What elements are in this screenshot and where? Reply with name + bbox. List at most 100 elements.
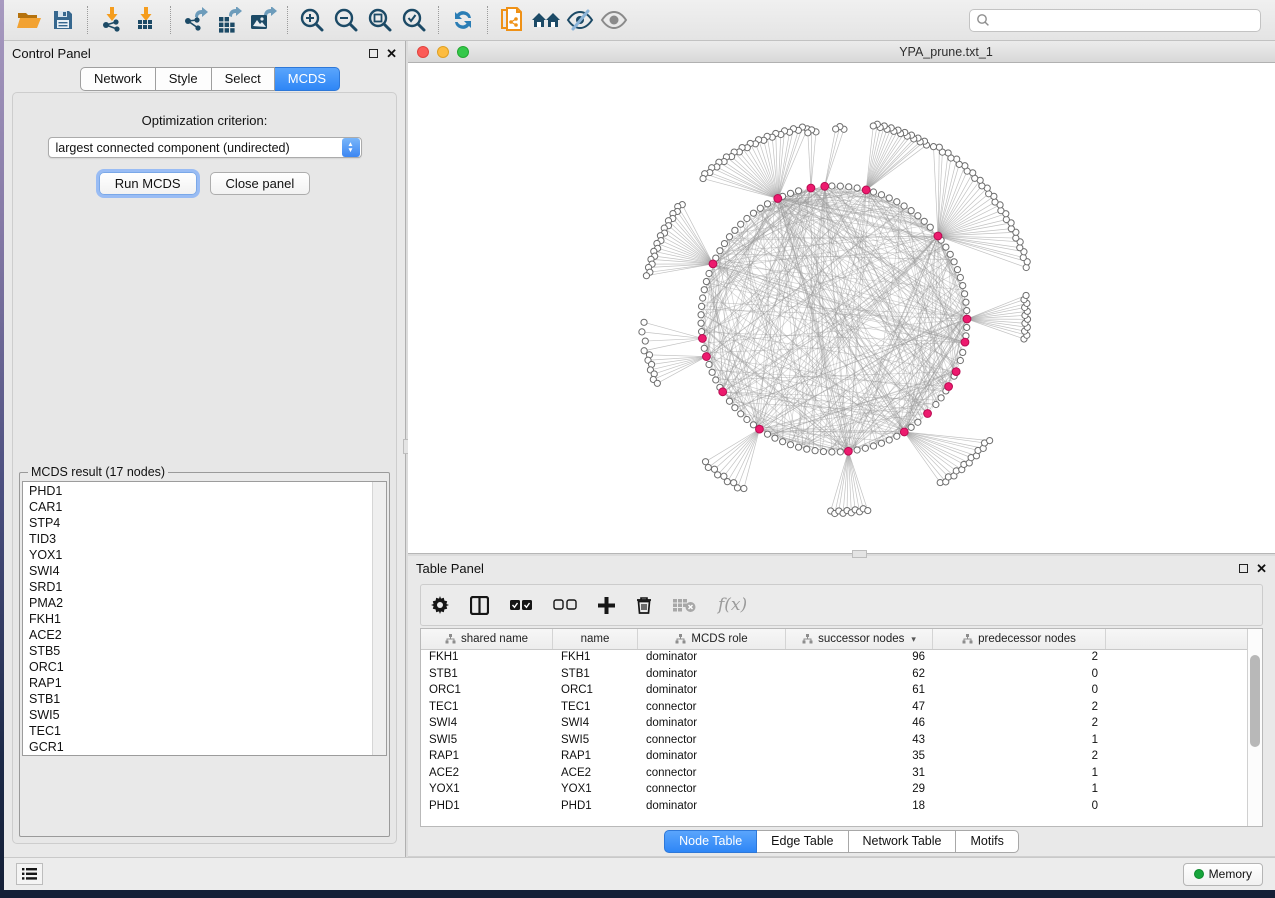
column-header-successor-nodes[interactable]: successor nodes ▾: [786, 629, 933, 649]
deselect-all-icon[interactable]: [553, 599, 577, 611]
float-window-icon[interactable]: [1239, 564, 1248, 573]
mcds-result-item[interactable]: SWI5: [23, 707, 372, 723]
table-cell[interactable]: ORC1: [421, 683, 553, 700]
table-cell[interactable]: dominator: [638, 799, 786, 816]
table-cell[interactable]: 62: [786, 667, 933, 684]
tab-motifs[interactable]: Motifs: [956, 830, 1018, 853]
mcds-result-item[interactable]: STP4: [23, 515, 372, 531]
table-cell[interactable]: PHD1: [421, 799, 553, 816]
zoom-in-icon[interactable]: [295, 4, 329, 36]
tab-node-table[interactable]: Node Table: [664, 830, 757, 853]
table-cell[interactable]: SWI4: [421, 716, 553, 733]
table-cell[interactable]: YOX1: [421, 782, 553, 799]
column-header-mcds-role[interactable]: MCDS role: [638, 629, 786, 649]
table-cell[interactable]: 1: [933, 782, 1106, 799]
table-cell[interactable]: dominator: [638, 683, 786, 700]
mcds-list-scrollbar[interactable]: [372, 482, 386, 755]
table-cell[interactable]: connector: [638, 700, 786, 717]
table-row[interactable]: FKH1FKH1dominator962: [421, 650, 1247, 667]
mcds-result-item[interactable]: GCR1: [23, 739, 372, 755]
table-cell[interactable]: 2: [933, 650, 1106, 667]
table-cell[interactable]: 43: [786, 733, 933, 750]
import-table-icon[interactable]: [129, 4, 163, 36]
tab-network-table[interactable]: Network Table: [849, 830, 957, 853]
mcds-result-item[interactable]: TID3: [23, 531, 372, 547]
import-network-icon[interactable]: [95, 4, 129, 36]
task-history-button[interactable]: [16, 863, 43, 885]
close-traffic-light[interactable]: [417, 46, 429, 58]
column-header-shared-name[interactable]: shared name: [421, 629, 553, 649]
table-cell[interactable]: 35: [786, 749, 933, 766]
zoom-selected-icon[interactable]: [397, 4, 431, 36]
eye-icon[interactable]: [597, 4, 631, 36]
table-cell[interactable]: 2: [933, 749, 1106, 766]
table-row[interactable]: SWI5SWI5connector431: [421, 733, 1247, 750]
mcds-result-item[interactable]: PMA2: [23, 595, 372, 611]
table-row[interactable]: PHD1PHD1dominator180: [421, 799, 1247, 816]
table-body[interactable]: FKH1FKH1dominator962STB1STB1dominator620…: [421, 650, 1247, 826]
table-row[interactable]: YOX1YOX1connector291: [421, 782, 1247, 799]
export-table-icon[interactable]: [212, 4, 246, 36]
tab-style[interactable]: Style: [156, 67, 212, 91]
close-icon[interactable]: ✕: [1256, 564, 1267, 573]
run-mcds-button[interactable]: Run MCDS: [99, 172, 197, 195]
mcds-result-item[interactable]: STB1: [23, 691, 372, 707]
optimization-criterion-select[interactable]: largest connected component (undirected)…: [48, 137, 362, 158]
select-all-icon[interactable]: [510, 600, 532, 611]
mcds-result-item[interactable]: ORC1: [23, 659, 372, 675]
table-row[interactable]: ORC1ORC1dominator610: [421, 683, 1247, 700]
table-cell[interactable]: 29: [786, 782, 933, 799]
table-cell[interactable]: ACE2: [421, 766, 553, 783]
add-column-icon[interactable]: [598, 597, 615, 614]
network-graph[interactable]: [408, 63, 1275, 553]
table-cell[interactable]: ORC1: [553, 683, 638, 700]
table-cell[interactable]: dominator: [638, 650, 786, 667]
mcds-result-item[interactable]: TEC1: [23, 723, 372, 739]
tab-network[interactable]: Network: [80, 67, 156, 91]
table-cell[interactable]: SWI5: [553, 733, 638, 750]
table-cell[interactable]: 1: [933, 766, 1106, 783]
open-icon[interactable]: [12, 4, 46, 36]
zoom-fit-icon[interactable]: [363, 4, 397, 36]
mcds-result-item[interactable]: YOX1: [23, 547, 372, 563]
close-panel-button[interactable]: Close panel: [210, 172, 311, 195]
table-row[interactable]: RAP1RAP1dominator352: [421, 749, 1247, 766]
table-cell[interactable]: SWI4: [553, 716, 638, 733]
table-cell[interactable]: RAP1: [421, 749, 553, 766]
table-cell[interactable]: connector: [638, 733, 786, 750]
table-cell[interactable]: 0: [933, 683, 1106, 700]
table-cell[interactable]: 46: [786, 716, 933, 733]
share-document-icon[interactable]: [495, 4, 529, 36]
close-icon[interactable]: ✕: [386, 49, 397, 58]
houses-icon[interactable]: [529, 4, 563, 36]
mcds-result-item[interactable]: PHD1: [23, 483, 372, 499]
minimize-traffic-light[interactable]: [437, 46, 449, 58]
float-window-icon[interactable]: [369, 49, 378, 58]
tab-edge-table[interactable]: Edge Table: [757, 830, 848, 853]
column-header-predecessor-nodes[interactable]: predecessor nodes: [933, 629, 1106, 649]
table-cell[interactable]: ACE2: [553, 766, 638, 783]
mcds-result-item[interactable]: SRD1: [23, 579, 372, 595]
refresh-icon[interactable]: [446, 4, 480, 36]
function-builder-icon[interactable]: f(x): [718, 595, 747, 615]
table-cell[interactable]: YOX1: [553, 782, 638, 799]
search-input[interactable]: [969, 9, 1261, 32]
table-cell[interactable]: dominator: [638, 667, 786, 684]
table-row[interactable]: ACE2ACE2connector311: [421, 766, 1247, 783]
table-cell[interactable]: connector: [638, 766, 786, 783]
delete-icon[interactable]: [636, 596, 652, 614]
mcds-result-item[interactable]: CAR1: [23, 499, 372, 515]
table-cell[interactable]: FKH1: [421, 650, 553, 667]
table-cell[interactable]: 1: [933, 733, 1106, 750]
table-cell[interactable]: 0: [933, 667, 1106, 684]
zoom-out-icon[interactable]: [329, 4, 363, 36]
mcds-result-item[interactable]: RAP1: [23, 675, 372, 691]
splitter-handle[interactable]: [852, 550, 867, 558]
table-cell[interactable]: dominator: [638, 716, 786, 733]
table-cell[interactable]: 0: [933, 799, 1106, 816]
table-cell[interactable]: 47: [786, 700, 933, 717]
network-canvas[interactable]: [408, 63, 1275, 553]
scrollbar-thumb[interactable]: [1250, 655, 1260, 747]
table-cell[interactable]: STB1: [421, 667, 553, 684]
table-cell[interactable]: 61: [786, 683, 933, 700]
